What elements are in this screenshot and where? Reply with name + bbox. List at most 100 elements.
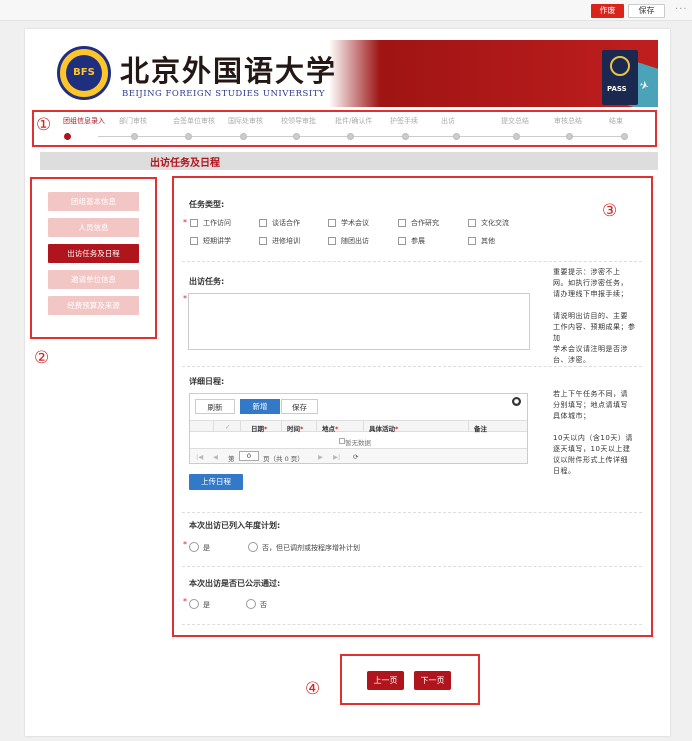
section-title: 出访任务及日程	[150, 158, 220, 169]
task-type-checkbox[interactable]	[190, 237, 198, 245]
passport-label: PASS	[607, 85, 627, 93]
sidebar-item[interactable]: 经费预算及来源	[48, 296, 139, 315]
plane-icon: ✈	[637, 78, 651, 94]
logo-shield-icon: BFS	[66, 55, 102, 91]
sidebar-item[interactable]: 人员信息	[48, 218, 139, 237]
task-type-checkbox[interactable]	[468, 237, 476, 245]
task-type-label: 合作研究	[411, 219, 439, 227]
globe-icon	[610, 56, 630, 76]
hint-line: 日程。	[553, 467, 576, 475]
hint-line: 工作内容、预期成果；参加	[553, 323, 636, 342]
radio-label: 是	[203, 544, 210, 552]
divider	[182, 512, 642, 513]
grid-column-separator	[281, 420, 282, 432]
hint-line: 10天以内（含10天）请	[553, 434, 633, 442]
task-type-checkbox[interactable]	[259, 219, 267, 227]
mission-label: 出访任务:	[189, 277, 225, 286]
task-type-checkbox[interactable]	[190, 219, 198, 227]
schedule-hint: 若上下午任务不同，请 分别填写；地点请填写 具体城市； 10天以内（含10天）请 逐天…	[553, 389, 637, 477]
hint-line: 重要提示：涉密不上	[553, 268, 621, 276]
task-type-label: 参展	[411, 237, 425, 245]
required-mark: *	[183, 294, 187, 303]
task-type-checkbox[interactable]	[328, 219, 336, 227]
hint-line: 若上下午任务不同，请	[553, 390, 628, 398]
task-type-label: 学术会议	[341, 219, 369, 227]
grid-empty-text: 暂无数据	[345, 439, 371, 447]
grid-checkall-icon[interactable]: ✓	[225, 423, 230, 431]
pager-refresh-icon[interactable]: ⟳	[353, 453, 358, 461]
radio-button[interactable]	[246, 599, 256, 609]
hint-line: 请办理线下申报手续；	[553, 290, 628, 298]
task-type-checkbox[interactable]	[468, 219, 476, 227]
annotation-box-4	[340, 654, 480, 705]
upload-schedule-button[interactable]: 上传日程	[189, 474, 243, 490]
required-mark: *	[183, 540, 187, 549]
annotation-number-3: ③	[602, 201, 618, 221]
grid-column-header: 地点*	[322, 425, 339, 433]
hint-line: 请说明出访目的、主要	[553, 312, 628, 320]
radio-button[interactable]	[248, 542, 258, 552]
annotation-number-1: ①	[36, 115, 52, 135]
annual-plan-label: 本次出访已列入年度计划:	[189, 521, 281, 530]
radio-label: 否，但已调剂或按程序增补计划	[262, 544, 360, 552]
required-mark: *	[264, 425, 268, 433]
task-type-label: 进修培训	[272, 237, 300, 245]
hint-line: 网。如执行涉密任务，	[553, 279, 628, 287]
pager-next-icon[interactable]: ▶	[318, 453, 323, 461]
sidebar-item[interactable]: 出访任务及日程	[48, 244, 139, 263]
divider	[182, 261, 642, 262]
top-toolbar: 作废 保存 ···	[0, 0, 692, 21]
grid-refresh-button[interactable]: 刷新	[195, 399, 235, 414]
grid-collapse-icon[interactable]: ●	[512, 397, 521, 406]
radio-label: 是	[203, 601, 210, 609]
hint-line: 台、涉密。	[553, 356, 591, 364]
annotation-number-2: ②	[34, 348, 50, 368]
next-page-button[interactable]: 下一页	[414, 671, 451, 690]
task-type-label: 随团出访	[341, 237, 369, 245]
pager-page-input[interactable]: 0	[239, 451, 259, 461]
task-type-checkbox[interactable]	[328, 237, 336, 245]
required-mark: *	[183, 597, 187, 606]
hint-line	[553, 300, 637, 311]
divider	[182, 624, 642, 625]
passport-icon: PASS	[602, 50, 638, 105]
more-menu-icon[interactable]: ···	[675, 3, 688, 17]
hint-line: 分别填写；地点请填写	[553, 401, 628, 409]
task-type-checkbox[interactable]	[398, 219, 406, 227]
hint-line	[553, 422, 637, 433]
sidebar-item[interactable]: 邀请单位信息	[48, 270, 139, 289]
radio-button[interactable]	[189, 542, 199, 552]
divider	[182, 566, 642, 567]
pager-first-icon[interactable]: |◀	[196, 453, 203, 461]
void-button[interactable]: 作废	[591, 4, 624, 18]
pager-prev-icon[interactable]: ◀	[213, 453, 218, 461]
grid-add-button[interactable]: 新增	[240, 399, 280, 414]
mission-textarea[interactable]	[188, 293, 530, 350]
sidebar-item[interactable]: 团组基本信息	[48, 192, 139, 211]
save-button[interactable]: 保存	[628, 4, 665, 18]
required-mark: *	[395, 425, 399, 433]
required-mark: *	[300, 425, 304, 433]
task-type-checkbox[interactable]	[259, 237, 267, 245]
task-type-label: 工作访问	[203, 219, 231, 227]
grid-column-separator	[240, 420, 241, 432]
task-type-label: 文化交流	[481, 219, 509, 227]
grid-column-separator	[468, 420, 469, 432]
prev-page-button[interactable]: 上一页	[367, 671, 404, 690]
annotation-box-1	[32, 110, 657, 147]
university-name-cn: 北京外国语大学	[120, 54, 338, 88]
grid-column-header: 时间*	[287, 425, 304, 433]
radio-button[interactable]	[189, 599, 199, 609]
task-type-label: 任务类型:	[189, 200, 225, 209]
annotation-number-4: ④	[305, 679, 321, 699]
divider	[182, 366, 642, 367]
pager-last-icon[interactable]: ▶|	[333, 453, 340, 461]
pager-page-prefix: 第	[228, 455, 235, 463]
grid-column-header: 备注	[474, 425, 487, 433]
university-logo: BFS	[57, 46, 111, 100]
schedule-label: 详细日程:	[189, 377, 225, 386]
task-type-label: 短期讲学	[203, 237, 231, 245]
task-type-checkbox[interactable]	[398, 237, 406, 245]
pager-page-suffix: 页（共 0 页）	[263, 455, 304, 463]
grid-save-button[interactable]: 保存	[281, 399, 318, 414]
